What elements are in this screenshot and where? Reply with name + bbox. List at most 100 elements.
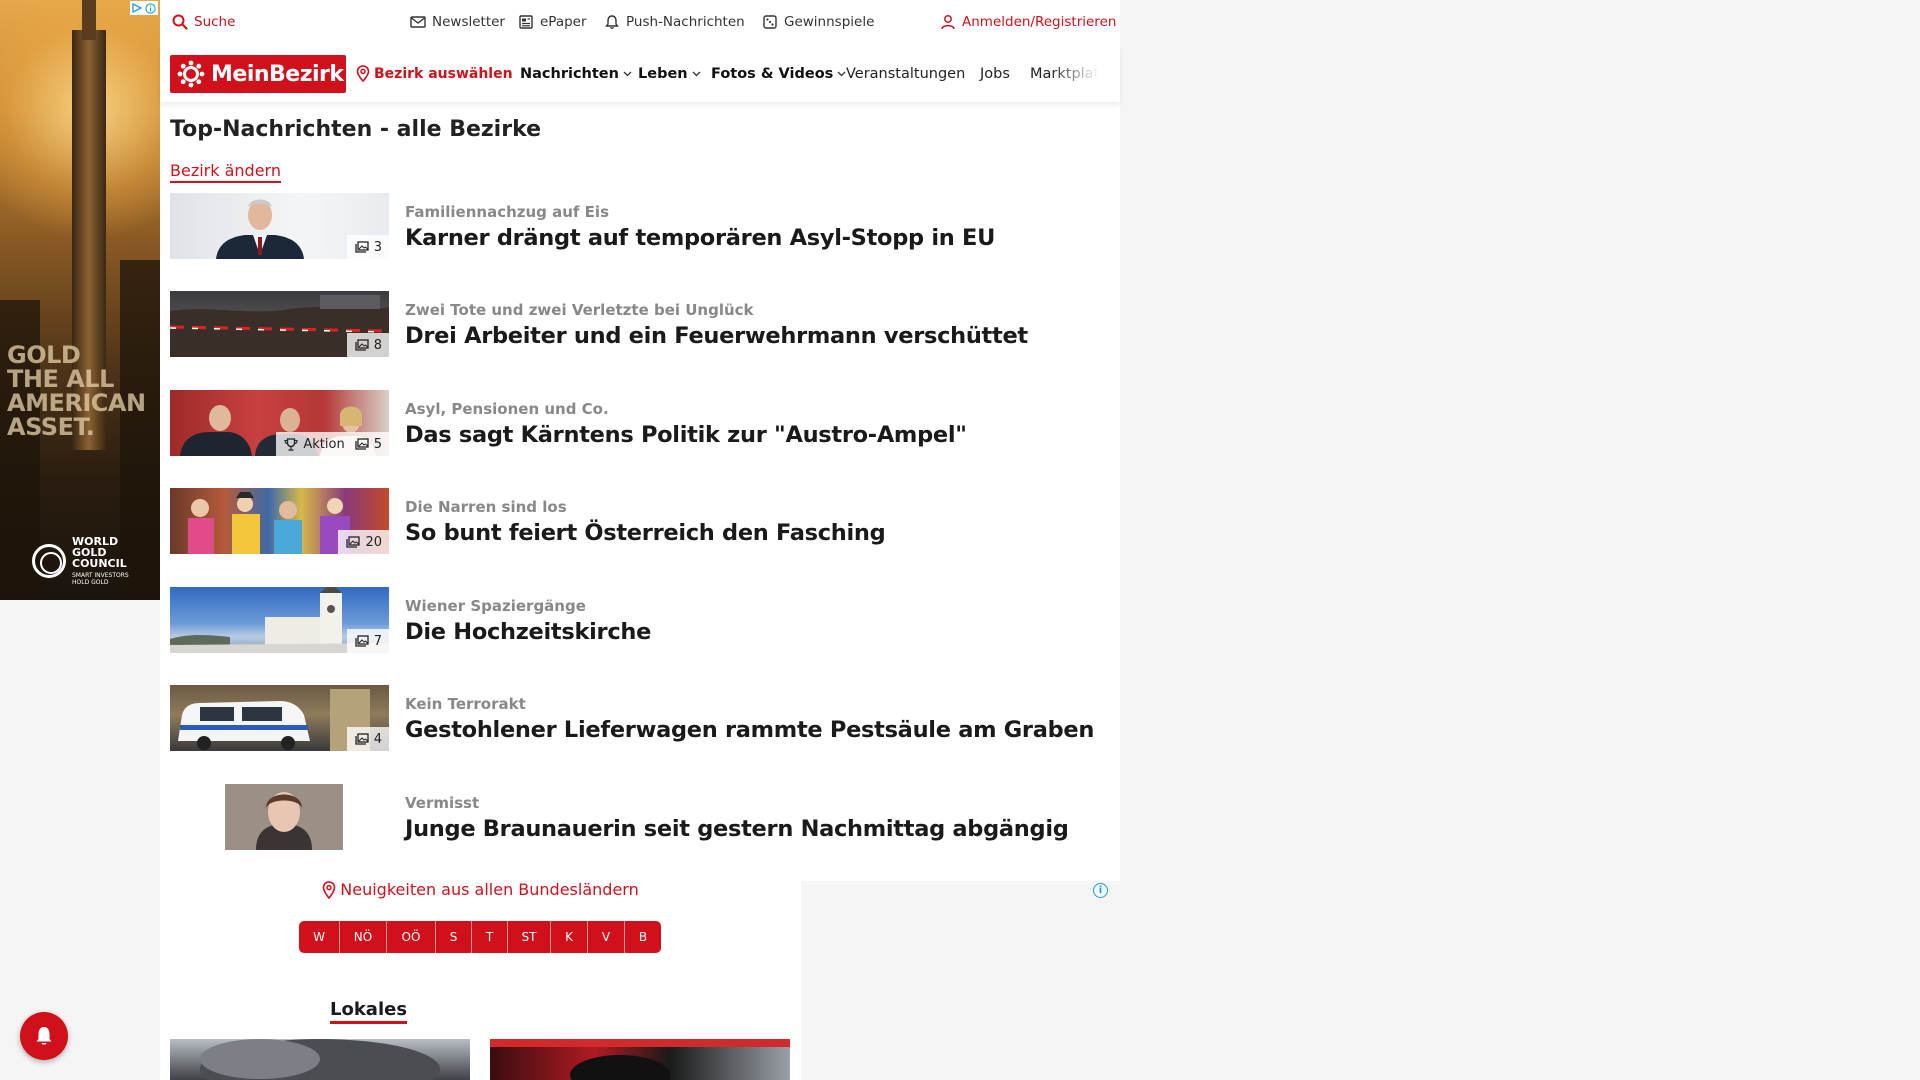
epaper-link[interactable]: ePaper xyxy=(518,14,587,30)
region-button-b[interactable]: B xyxy=(625,921,661,953)
nav-veranstaltungen[interactable]: Veranstaltungen xyxy=(846,66,965,82)
article-headline[interactable]: Die Hochzeitskirche xyxy=(405,619,651,645)
article-kicker: Familiennachzug auf Eis xyxy=(405,203,610,221)
region-button-t[interactable]: T xyxy=(472,921,508,953)
article-item[interactable]: 20 Die Narren sind los So bunt feiert Ös… xyxy=(170,488,1100,554)
bell-icon xyxy=(605,15,619,29)
article-item[interactable]: Vermisst Junge Braunauerin seit gestern … xyxy=(170,784,1100,850)
article-headline[interactable]: Junge Braunauerin seit gestern Nachmitta… xyxy=(405,816,1069,842)
adchoices-icon[interactable] xyxy=(130,1,158,15)
gallery-icon xyxy=(355,339,369,351)
lokales-thumbnail[interactable] xyxy=(170,1039,470,1080)
article-item[interactable]: 7 Wiener Spaziergänge Die Hochzeitskirch… xyxy=(170,587,1100,653)
nav-nachrichten[interactable]: Nachrichten xyxy=(520,66,632,82)
article-headline[interactable]: Gestohlener Lieferwagen rammte Pestsäule… xyxy=(405,717,1094,743)
location-pin-icon xyxy=(322,880,336,899)
region-button-st[interactable]: ST xyxy=(508,921,551,953)
article-headline[interactable]: Das sagt Kärntens Politik zur "Austro-Am… xyxy=(405,422,967,448)
chevron-down-icon xyxy=(692,71,701,77)
lokales-heading[interactable]: Lokales xyxy=(330,999,408,1024)
location-pin-icon xyxy=(356,65,370,82)
dice-icon xyxy=(763,15,777,29)
article-kicker: Kein Terrorakt xyxy=(405,695,526,713)
article-headline[interactable]: Drei Arbeiter und ein Feuerwehrmann vers… xyxy=(405,323,1028,349)
region-button-k[interactable]: K xyxy=(551,921,588,953)
ad-info-icon[interactable]: i xyxy=(1093,883,1108,898)
article-badges: 8 xyxy=(346,333,389,357)
photo-count-badge: 3 xyxy=(355,240,382,255)
region-button-v[interactable]: V xyxy=(588,921,625,953)
region-button-w[interactable]: W xyxy=(299,921,340,953)
article-kicker: Vermisst xyxy=(405,794,480,812)
gallery-icon xyxy=(355,438,369,450)
newsletter-link[interactable]: Newsletter xyxy=(410,14,505,30)
lokales-thumbnail-image xyxy=(200,1039,440,1080)
user-icon xyxy=(941,15,955,30)
article-thumbnail[interactable]: 7 xyxy=(170,587,389,653)
article-item[interactable]: Aktion 5 Asyl, Pensionen und Co. Das sag… xyxy=(170,390,1100,456)
photo-count-badge: 4 xyxy=(355,732,382,747)
search-link[interactable]: Suche xyxy=(172,14,235,30)
article-item[interactable]: 3 Familiennachzug auf Eis Karner drängt … xyxy=(170,193,1100,259)
gewinnspiele-link[interactable]: Gewinnspiele xyxy=(762,14,874,30)
advertisement-left[interactable]: GOLD THE ALL AMERICAN ASSET. WORLD GOLD CO… xyxy=(0,0,160,600)
article-thumbnail[interactable]: 3 xyxy=(170,193,389,259)
lokales-thumbnail-image xyxy=(490,1039,790,1080)
login-link[interactable]: Anmelden/Registrieren xyxy=(940,14,1116,30)
bezirk-change-link[interactable]: Bezirk ändern xyxy=(170,161,281,183)
photo-count-badge: 20 xyxy=(346,535,382,550)
sun-logo-icon xyxy=(177,60,205,88)
lokales-thumbnail[interactable] xyxy=(490,1039,790,1080)
nav-fotos-videos[interactable]: Fotos & Videos xyxy=(711,66,846,82)
article-thumbnail[interactable]: 4 xyxy=(170,685,389,751)
article-kicker: Zwei Tote und zwei Verletzte bei Unglück xyxy=(405,301,754,319)
bezirk-select-button[interactable]: Bezirk auswählen xyxy=(356,65,513,82)
ad-brand-logo: WORLD GOLD COUNCIL SMART INVESTORS HOLD GOL… xyxy=(32,536,129,586)
article-badges: Aktion 5 xyxy=(276,432,389,456)
article-thumbnail[interactable]: 20 xyxy=(170,488,389,554)
region-button-noe[interactable]: NÖ xyxy=(340,921,387,953)
article-badges: 20 xyxy=(338,530,389,554)
chevron-down-icon xyxy=(623,71,632,77)
chevron-down-icon xyxy=(837,71,846,77)
gallery-icon xyxy=(355,635,369,647)
nav-leben[interactable]: Leben xyxy=(638,66,701,82)
newspaper-icon xyxy=(519,15,533,29)
page-title: Top-Nachrichten - alle Bezirke xyxy=(170,117,542,142)
push-notification-bell-button[interactable] xyxy=(20,1012,68,1060)
gallery-icon xyxy=(346,536,361,548)
article-thumbnail[interactable] xyxy=(170,784,389,850)
aktion-badge: Aktion xyxy=(284,437,345,452)
gallery-icon xyxy=(355,733,369,745)
search-icon xyxy=(172,14,188,30)
region-button-s[interactable]: S xyxy=(436,921,472,953)
gallery-icon xyxy=(355,241,369,253)
nav-overflow-fade xyxy=(1050,54,1120,96)
bell-icon xyxy=(36,1027,52,1045)
article-badges: 3 xyxy=(346,235,389,259)
article-kicker: Asyl, Pensionen und Co. xyxy=(405,400,609,418)
article-thumbnail[interactable]: Aktion 5 xyxy=(170,390,389,456)
article-thumbnail[interactable]: 8 xyxy=(170,291,389,357)
bundeslaender-section: Neuigkeiten aus allen Bundesländern W NÖ… xyxy=(160,880,801,1000)
bundeslaender-title: Neuigkeiten aus allen Bundesländern xyxy=(160,880,801,899)
ad-slot-right xyxy=(801,881,1120,1080)
article-item[interactable]: 8 Zwei Tote und zwei Verletzte bei Unglü… xyxy=(170,291,1100,357)
ad-headline: GOLD THE ALL AMERICAN ASSET. xyxy=(7,341,146,441)
envelope-icon xyxy=(410,16,426,28)
wgc-ring-icon xyxy=(32,544,66,578)
top-utility-bar: Suche Newsletter ePaper Push-Nachrichten… xyxy=(160,0,1120,46)
meinbezirk-logo[interactable]: MeinBezirk xyxy=(170,55,346,93)
article-headline[interactable]: Karner drängt auf temporären Asyl-Stopp … xyxy=(405,225,995,251)
main-navigation: MeinBezirk Bezirk auswählen Nachrichten … xyxy=(160,46,1120,102)
photo-count-badge: 8 xyxy=(355,338,382,353)
region-button-ooe[interactable]: OÖ xyxy=(387,921,436,953)
article-kicker: Wiener Spaziergänge xyxy=(405,597,586,615)
article-kicker: Die Narren sind los xyxy=(405,498,567,516)
article-headline[interactable]: So bunt feiert Österreich den Fasching xyxy=(405,520,886,546)
nav-jobs[interactable]: Jobs xyxy=(980,66,1010,82)
article-item[interactable]: 4 Kein Terrorakt Gestohlener Lieferwagen… xyxy=(170,685,1100,751)
bundeslaender-buttons: W NÖ OÖ S T ST K V B xyxy=(299,921,661,953)
push-notifications-link[interactable]: Push-Nachrichten xyxy=(604,14,745,30)
article-badges: 7 xyxy=(346,629,389,653)
